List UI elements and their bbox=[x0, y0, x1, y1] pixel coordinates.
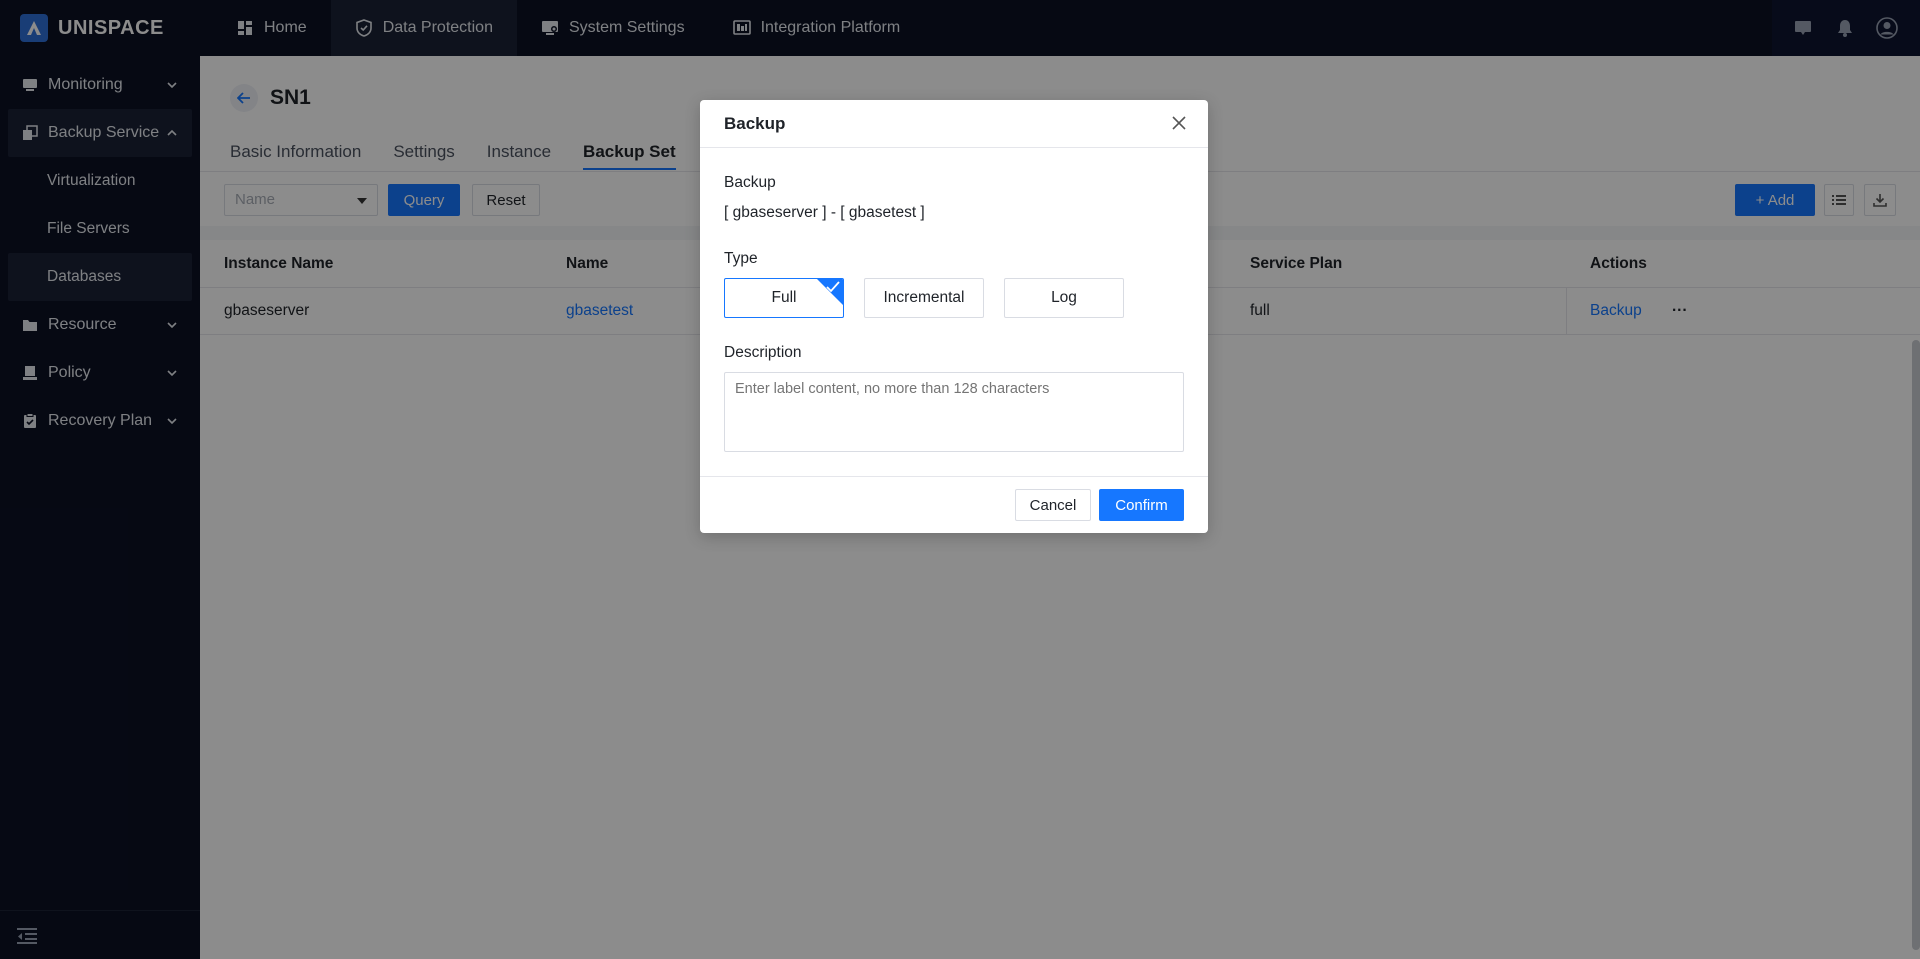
type-label: Type bbox=[724, 250, 758, 267]
type-option-log[interactable]: Log bbox=[1004, 278, 1124, 318]
close-icon[interactable] bbox=[1170, 114, 1188, 132]
description-textarea[interactable] bbox=[724, 372, 1184, 452]
backup-value: [ gbaseserver ] - [ gbasetest ] bbox=[724, 204, 925, 221]
type-option-incremental[interactable]: Incremental bbox=[864, 278, 984, 318]
check-icon bbox=[826, 281, 840, 293]
type-option-full[interactable]: Full bbox=[724, 278, 844, 318]
cancel-button[interactable]: Cancel bbox=[1015, 489, 1091, 521]
modal-title: Backup bbox=[724, 114, 786, 133]
modal-header: Backup bbox=[700, 100, 1208, 148]
backup-label: Backup bbox=[724, 174, 776, 191]
type-option-label: Full bbox=[771, 289, 797, 306]
type-option-label: Incremental bbox=[883, 289, 965, 306]
type-option-label: Log bbox=[1051, 289, 1077, 306]
confirm-button[interactable]: Confirm bbox=[1099, 489, 1184, 521]
description-label: Description bbox=[724, 344, 802, 361]
backup-modal: Backup Backup [ gbaseserver ] - [ gbaset… bbox=[700, 100, 1208, 533]
modal-footer: Cancel Confirm bbox=[700, 476, 1208, 533]
